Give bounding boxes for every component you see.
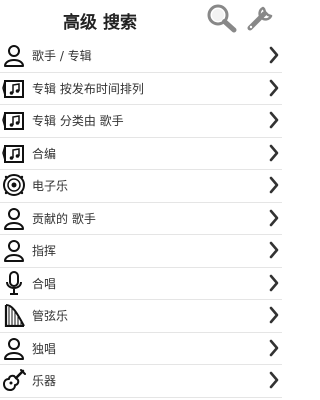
chevron-right-icon [269, 209, 279, 226]
person-icon [4, 207, 24, 230]
search-icon[interactable] [206, 3, 238, 33]
list-item-label: 贡献的 歌手 [32, 211, 96, 226]
list-item-solo[interactable]: 独唱 [0, 333, 282, 365]
guitar-icon [3, 369, 26, 391]
list-item-label: 歌手 / 专辑 [32, 49, 92, 63]
chevron-right-icon [269, 339, 279, 356]
list-item-orchestral[interactable]: 管弦乐 [0, 300, 282, 333]
list-item-instrument[interactable]: 乐器 [0, 365, 282, 398]
chevron-right-icon [269, 371, 279, 389]
wrench-icon[interactable] [244, 3, 276, 33]
header-bar: 高级 搜索 [0, 0, 282, 38]
list-item-chorus[interactable]: 合唱 [0, 268, 282, 300]
person-icon [4, 337, 24, 360]
list-item-label: 合唱 [32, 276, 57, 291]
page-title: 高级 搜索 [63, 13, 137, 33]
list-item-label: 合编 [32, 146, 57, 161]
music-folder-icon [2, 79, 24, 98]
microphone-icon [6, 270, 22, 295]
list-item-conductor[interactable]: 指挥 [0, 235, 282, 268]
list-item-label: 专辑 分类由 歌手 [32, 114, 124, 128]
chevron-right-icon [269, 79, 279, 96]
chevron-right-icon [269, 176, 279, 194]
list-item-label: 乐器 [32, 374, 57, 388]
list-item-contributing-artist[interactable]: 贡献的 歌手 [0, 203, 282, 235]
search-category-list: 歌手 / 专辑 专辑 按发布时间排列 专辑 分类由 歌手 合编 电子乐 贡献的 … [0, 40, 282, 398]
chevron-right-icon [269, 111, 279, 129]
speaker-icon [3, 174, 25, 196]
list-item-label: 独唱 [32, 341, 57, 356]
list-item-label: 管弦乐 [32, 309, 69, 323]
list-item-label: 专辑 按发布时间排列 [32, 81, 144, 96]
list-item-label: 电子乐 [32, 179, 69, 193]
person-icon [4, 240, 24, 262]
list-item-electronic[interactable]: 电子乐 [0, 170, 282, 203]
music-folder-icon [2, 112, 24, 130]
list-item-album-by-artist[interactable]: 专辑 分类由 歌手 [0, 105, 282, 138]
list-item-label: 指挥 [32, 244, 57, 258]
list-item-artist-album[interactable]: 歌手 / 专辑 [0, 40, 282, 73]
person-icon [4, 45, 24, 67]
chevron-right-icon [269, 144, 279, 161]
music-folder-icon [2, 144, 24, 163]
chevron-right-icon [269, 46, 279, 64]
chevron-right-icon [269, 241, 279, 259]
list-item-compilation[interactable]: 合编 [0, 138, 282, 170]
harp-icon [4, 304, 25, 327]
list-item-album-by-release-date[interactable]: 专辑 按发布时间排列 [0, 73, 282, 105]
chevron-right-icon [269, 306, 279, 324]
chevron-right-icon [269, 274, 279, 291]
